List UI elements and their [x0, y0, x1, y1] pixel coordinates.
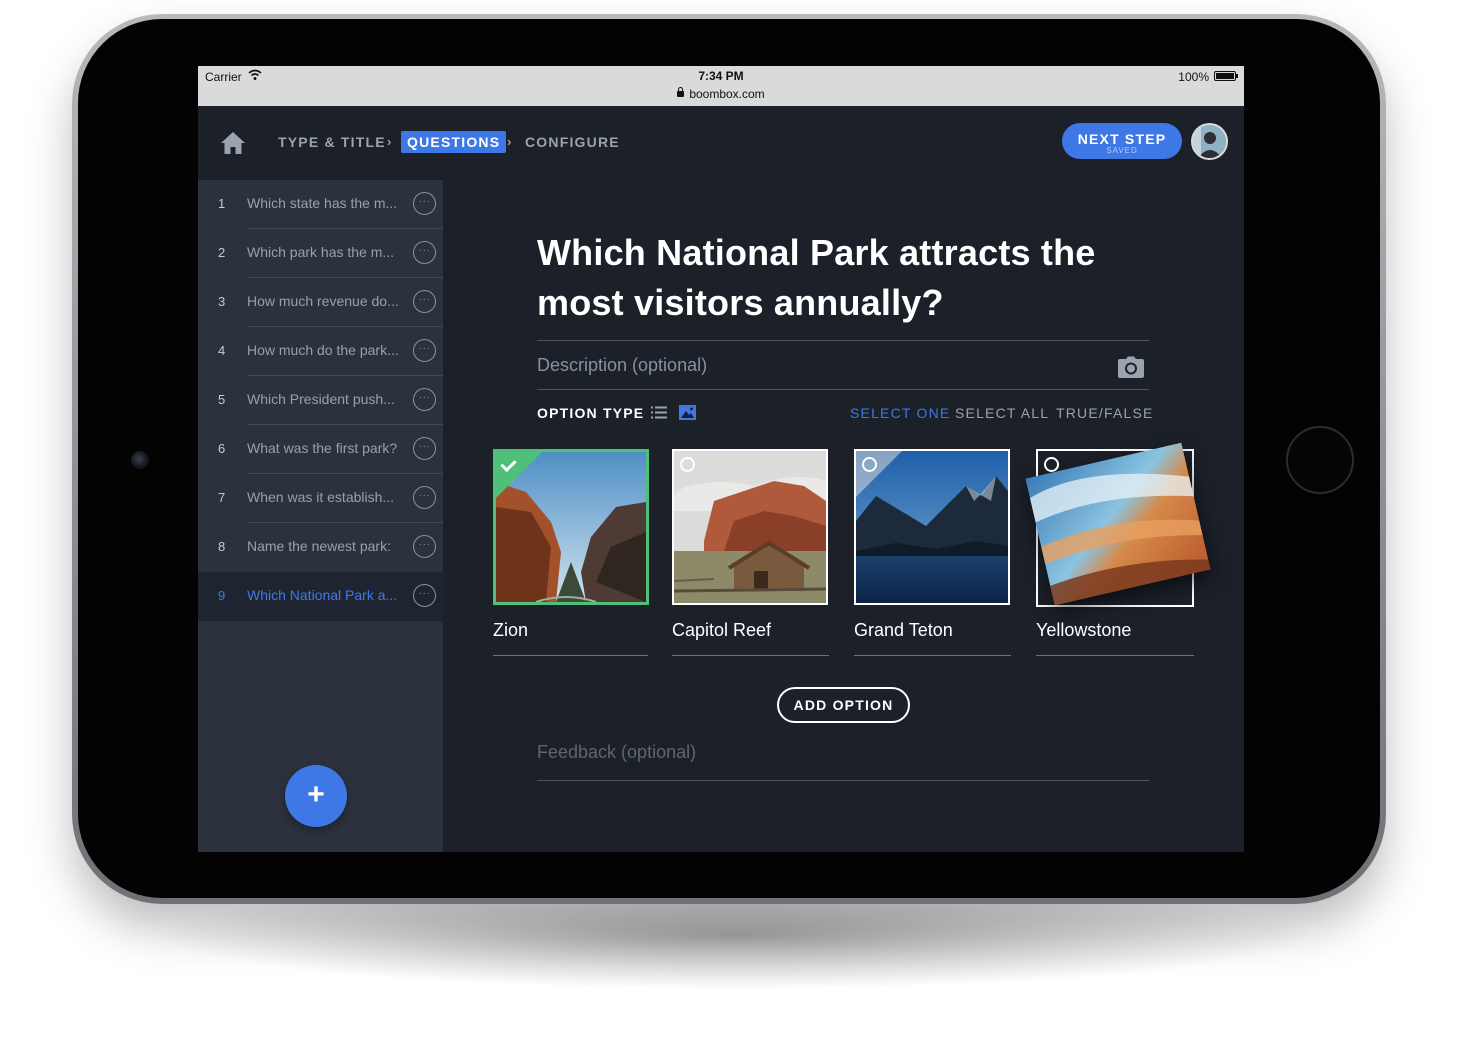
question-number: 5: [218, 392, 226, 407]
feedback-input[interactable]: [537, 736, 1147, 768]
radio-button[interactable]: [1044, 457, 1059, 472]
option-card-grand-teton[interactable]: [854, 449, 1010, 605]
question-text: When was it establish...: [247, 489, 395, 505]
mode-select-one[interactable]: SELECT ONE: [850, 405, 950, 421]
chevron-right-icon: ›: [507, 134, 512, 149]
question-number: 2: [218, 245, 226, 260]
question-text: Which state has the m...: [247, 195, 398, 211]
question-item-6[interactable]: 6 What was the first park? ···: [198, 425, 443, 474]
question-number: 4: [218, 343, 226, 358]
question-text: Which National Park a...: [247, 587, 398, 603]
more-options-icon[interactable]: ···: [413, 192, 436, 215]
question-item-7[interactable]: 7 When was it establish... ···: [198, 474, 443, 523]
more-options-icon[interactable]: ···: [413, 388, 436, 411]
address-bar[interactable]: boombox.com: [198, 87, 1244, 101]
divider: [537, 389, 1149, 390]
more-options-icon[interactable]: ···: [413, 535, 436, 558]
divider: [672, 655, 829, 656]
image-icon[interactable]: [679, 405, 696, 420]
question-number: 3: [218, 294, 226, 309]
more-options-icon[interactable]: ···: [413, 486, 436, 509]
home-icon[interactable]: [220, 130, 246, 156]
list-icon[interactable]: [651, 406, 667, 419]
more-options-icon[interactable]: ···: [413, 584, 436, 607]
saved-status: SAVED: [1106, 146, 1138, 155]
option-type-label: OPTION TYPE: [537, 405, 645, 421]
option-card-capitol-reef[interactable]: [672, 449, 828, 605]
question-sidebar: 1 Which state has the m... ··· 2 Which p…: [198, 180, 443, 852]
question-title[interactable]: Which National Park attracts the most vi…: [537, 228, 1157, 328]
camera-icon[interactable]: [1118, 356, 1144, 378]
question-number: 1: [218, 196, 226, 211]
lock-icon: [677, 87, 685, 97]
breadcrumb-type-title[interactable]: TYPE & TITLE: [278, 134, 386, 150]
question-item-8[interactable]: 8 Name the newest park: ···: [198, 523, 443, 572]
more-options-icon[interactable]: ···: [413, 290, 436, 313]
battery-icon: [1214, 71, 1238, 81]
home-button[interactable]: [1286, 426, 1354, 494]
description-input[interactable]: [537, 349, 1097, 381]
question-number: 7: [218, 490, 226, 505]
option-label[interactable]: Capitol Reef: [672, 620, 771, 641]
option-card-yellowstone[interactable]: [1025, 442, 1211, 607]
question-text: What was the first park?: [247, 440, 398, 456]
question-item-4[interactable]: 4 How much do the park... ···: [198, 327, 443, 376]
option-label[interactable]: Yellowstone: [1036, 620, 1131, 641]
question-number: 6: [218, 441, 226, 456]
divider: [854, 655, 1011, 656]
breadcrumb-configure[interactable]: CONFIGURE: [525, 134, 620, 150]
question-number: 9: [218, 588, 226, 603]
next-step-button[interactable]: NEXT STEP SAVED: [1062, 123, 1182, 159]
divider: [537, 780, 1149, 781]
chevron-right-icon: ›: [387, 134, 392, 149]
question-item-1[interactable]: 1 Which state has the m... ···: [198, 180, 443, 229]
radio-button[interactable]: [680, 457, 695, 472]
more-options-icon[interactable]: ···: [413, 241, 436, 264]
radio-button[interactable]: [862, 457, 877, 472]
question-text: Which park has the m...: [247, 244, 395, 260]
clock: 7:34 PM: [698, 69, 744, 83]
battery-percent: 100%: [1178, 70, 1209, 84]
question-item-2[interactable]: 2 Which park has the m... ···: [198, 229, 443, 278]
more-options-icon[interactable]: ···: [413, 437, 436, 460]
option-card-zion[interactable]: [493, 449, 649, 605]
option-label[interactable]: Grand Teton: [854, 620, 953, 641]
avatar-photo: [1193, 125, 1226, 158]
question-number: 8: [218, 539, 226, 554]
header: TYPE & TITLE › QUESTIONS › CONFIGURE NEX…: [198, 106, 1244, 180]
breadcrumb-questions[interactable]: QUESTIONS: [401, 131, 507, 153]
add-question-button[interactable]: +: [285, 765, 347, 827]
divider: [493, 655, 648, 656]
front-camera: [131, 451, 149, 469]
unselected-corner: [856, 451, 902, 497]
avatar[interactable]: [1191, 123, 1228, 160]
url-text: boombox.com: [689, 87, 765, 101]
screen: Carrier 7:34 PM boombox.com 100% TYPE & …: [198, 66, 1244, 852]
divider: [537, 340, 1149, 341]
question-text: Name the newest park:: [247, 538, 391, 554]
question-item-9[interactable]: 9 Which National Park a... ···: [198, 572, 443, 621]
status-bar: Carrier 7:34 PM boombox.com 100%: [198, 66, 1244, 106]
add-option-button[interactable]: ADD OPTION: [777, 687, 910, 723]
next-step-label: NEXT STEP: [1077, 131, 1167, 147]
mode-true-false[interactable]: TRUE/FALSE: [1056, 405, 1154, 421]
option-label[interactable]: Zion: [493, 620, 528, 641]
question-text: How much do the park...: [247, 342, 399, 358]
mode-select-all[interactable]: SELECT ALL: [955, 405, 1049, 421]
divider: [1036, 655, 1194, 656]
question-text: Which President push...: [247, 391, 395, 407]
more-options-icon[interactable]: ···: [413, 339, 436, 362]
question-item-3[interactable]: 3 How much revenue do... ···: [198, 278, 443, 327]
selected-corner: [496, 452, 542, 498]
question-text: How much revenue do...: [247, 293, 399, 309]
unselected-corner: [674, 451, 720, 497]
question-item-5[interactable]: 5 Which President push... ···: [198, 376, 443, 425]
